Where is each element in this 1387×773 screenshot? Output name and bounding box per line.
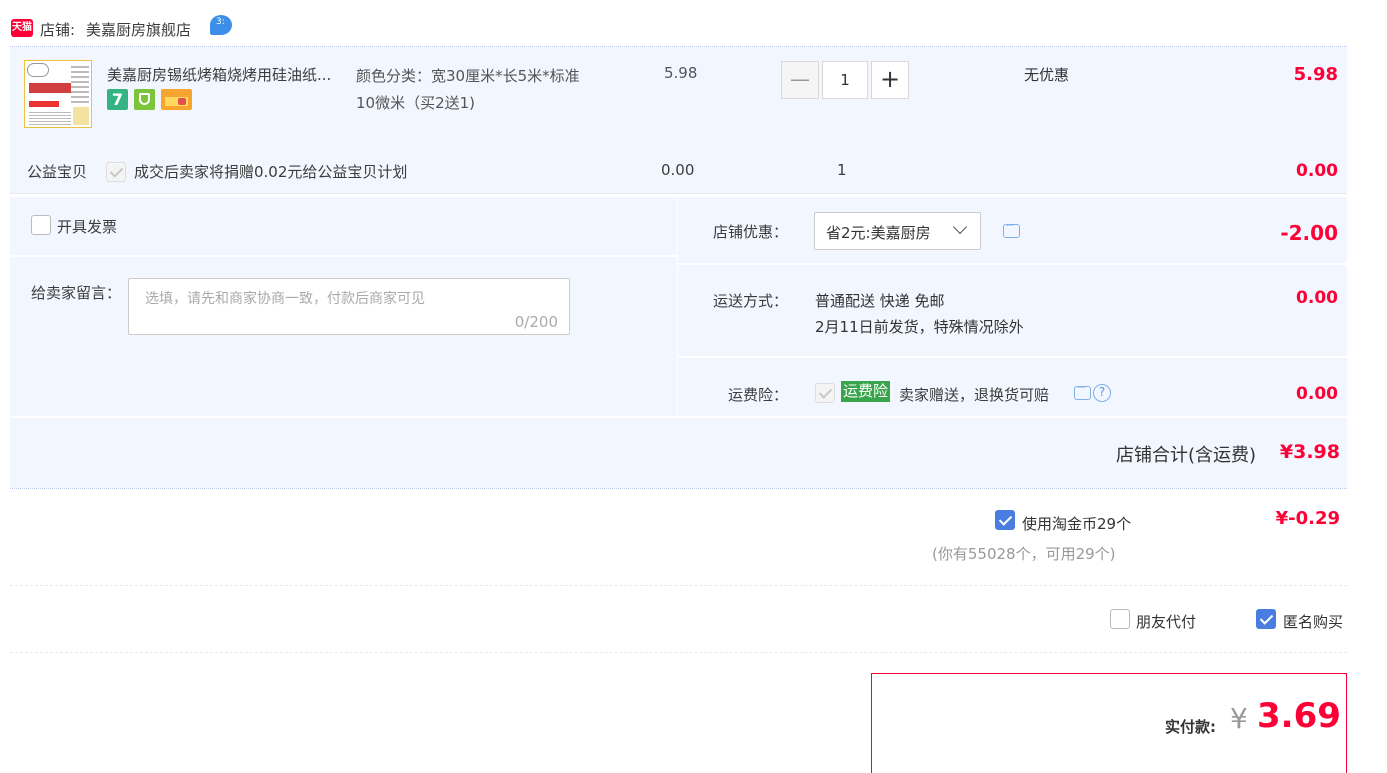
insurance-text: 卖家赠送，退换货可赔: [899, 386, 1050, 404]
charity-text: 成交后卖家将捐赠0.02元给公益宝贝计划: [134, 163, 408, 181]
guarantee-icon: [134, 89, 155, 110]
panel-divider: [10, 255, 677, 257]
shop-name-link[interactable]: 美嘉厨房旗舰店: [86, 19, 191, 40]
use-coins-checkbox[interactable]: [995, 510, 1015, 530]
quantity-increment-button[interactable]: +: [871, 61, 909, 99]
divider: [10, 193, 1347, 194]
charity-checkbox: [106, 162, 126, 182]
insurance-tag: 运费险: [841, 381, 891, 402]
product-title-link[interactable]: 美嘉厨房锡纸烤箱烧烤用硅油纸...: [107, 64, 352, 85]
wangwang-chat-icon[interactable]: 3:: [210, 15, 232, 35]
invoice-label: 开具发票: [57, 218, 118, 236]
shop-discount-label: 店铺优惠：: [713, 223, 789, 241]
insurance-label: 运费险：: [728, 386, 789, 404]
shop-total-label: 店铺合计(含运费): [1116, 445, 1257, 466]
insurance-checkbox: [815, 383, 835, 403]
payment-amount: 3.69: [1257, 696, 1341, 736]
panel-divider: [678, 263, 1347, 265]
product-thumbnail[interactable]: [24, 60, 92, 128]
seven-day-return-icon: 7: [107, 89, 128, 110]
insurance-message-icon[interactable]: [1074, 381, 1091, 400]
coins-discount-amount: ¥-0.29: [1275, 508, 1340, 529]
quantity-input[interactable]: 1: [822, 61, 868, 99]
payment-currency: ¥: [1230, 702, 1248, 735]
credit-card-icon: [161, 89, 192, 110]
divider: [10, 585, 1347, 586]
panel-vertical-divider: [677, 197, 678, 417]
message-placeholder: 选填，请先和商家协商一致，付款后商家可见: [145, 291, 425, 307]
item-subtotal: 5.98: [1293, 64, 1338, 85]
shop-discount-selected: 省2元:美嘉厨房: [826, 224, 931, 242]
friend-pay-checkbox[interactable]: [1110, 609, 1130, 629]
insurance-amount: 0.00: [1296, 384, 1338, 404]
anonymous-label[interactable]: 匿名购买: [1283, 611, 1343, 632]
payment-label: 实付款:: [1165, 718, 1216, 736]
item-discount: 无优惠: [1024, 66, 1070, 84]
shipping-method: 普通配送 快递 免邮: [815, 292, 945, 310]
shipping-label: 运送方式：: [713, 292, 789, 310]
payment-summary-box: 实付款: ¥ 3.69: [871, 673, 1347, 773]
message-textarea[interactable]: 选填，请先和商家协商一致，付款后商家可见 0/200: [128, 278, 570, 335]
chevron-down-icon: [952, 219, 968, 235]
quantity-decrement-button[interactable]: —: [781, 61, 819, 99]
shop-discount-amount: -2.00: [1280, 221, 1338, 245]
panel-divider: [678, 356, 1347, 358]
divider: [10, 652, 1347, 653]
charity-label: 公益宝贝: [27, 163, 88, 181]
tmall-badge: 天猫: [11, 19, 33, 37]
friend-pay-label[interactable]: 朋友代付: [1136, 611, 1196, 632]
anonymous-checkbox[interactable]: [1256, 609, 1276, 629]
divider: [10, 488, 1347, 489]
shop-label: 店铺:: [40, 21, 76, 39]
invoice-checkbox[interactable]: [31, 215, 51, 235]
shipping-amount: 0.00: [1296, 288, 1338, 308]
shipping-note: 2月11日前发货，特殊情况除外: [815, 318, 1024, 336]
message-char-counter: 0/200: [514, 313, 558, 331]
charity-quantity: 1: [837, 161, 847, 179]
use-coins-label[interactable]: 使用淘金币29个: [1022, 513, 1131, 534]
discount-message-icon[interactable]: [1003, 219, 1020, 238]
message-label: 给卖家留言：: [31, 284, 122, 302]
coins-balance-note: (你有55028个，可用29个): [932, 545, 1116, 563]
shop-total-amount: ¥3.98: [1279, 441, 1340, 463]
help-question-icon[interactable]: ?: [1093, 384, 1111, 402]
unit-price: 5.98: [664, 64, 698, 82]
charity-price: 0.00: [661, 161, 695, 179]
panel-divider: [10, 416, 1347, 418]
product-spec: 颜色分类：宽30厘米*长5米*标准10微米（买2送1): [356, 67, 580, 112]
shop-discount-select[interactable]: 省2元:美嘉厨房: [814, 212, 981, 250]
charity-subtotal: 0.00: [1296, 161, 1338, 181]
